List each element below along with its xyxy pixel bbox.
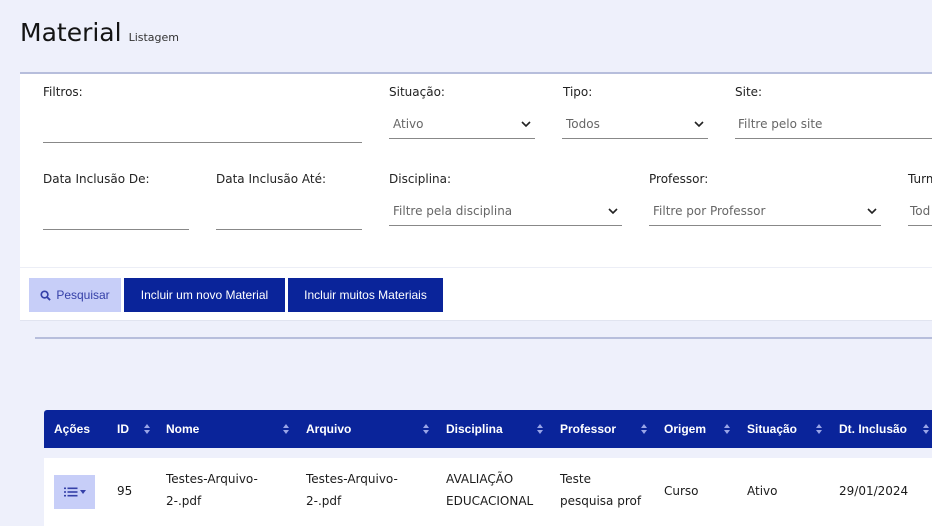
column-professor[interactable]: Professor (560, 410, 616, 448)
disciplina-placeholder: Filtre pela disciplina (393, 203, 513, 218)
site-label: Site: (735, 85, 763, 99)
cell-dt-inclusao: 29/01/2024 (839, 484, 909, 498)
cell-disciplina: AVALIAÇÃO EDUCACIONAL (446, 468, 533, 512)
site-input[interactable]: Filtre pelo site (735, 109, 932, 139)
incluir-novo-material-button[interactable]: Incluir um novo Material (124, 278, 285, 312)
search-icon (40, 289, 52, 301)
sort-icon[interactable] (815, 421, 823, 437)
cell-id: 95 (117, 484, 133, 498)
cell-professor-line-2: pesquisa prof (560, 494, 642, 508)
sort-icon[interactable] (640, 421, 648, 437)
professor-select[interactable]: Filtre por Professor (649, 196, 881, 226)
professor-label: Professor: (649, 172, 709, 186)
data-inclusao-de-input[interactable] (43, 229, 189, 230)
caret-down-icon (79, 490, 86, 494)
filter-panel: Filtros: Situação: Ativo Tipo: Todos Sit… (20, 72, 932, 321)
chevron-down-icon (694, 120, 704, 127)
chevron-down-icon (608, 207, 618, 214)
data-inclusao-de-label: Data Inclusão De: (43, 172, 150, 186)
sort-icon[interactable] (282, 421, 290, 437)
situacao-label: Situação: (389, 85, 445, 99)
sort-icon[interactable] (922, 421, 930, 437)
tipo-value: Todos (566, 116, 600, 131)
table-row: 95 Testes-Arquivo- 2-.pdf Testes-Arquivo… (44, 458, 932, 526)
sort-icon[interactable] (536, 421, 544, 437)
column-acoes: Ações (54, 422, 91, 436)
list-actions-icon (63, 487, 77, 497)
filtros-label: Filtros: (43, 85, 83, 99)
sort-icon[interactable] (422, 421, 430, 437)
site-placeholder: Filtre pelo site (738, 116, 823, 131)
data-inclusao-ate-label: Data Inclusão Até: (216, 172, 327, 186)
cell-disciplina-line-2: EDUCACIONAL (446, 494, 534, 508)
professor-placeholder: Filtre por Professor (653, 203, 766, 218)
disciplina-select[interactable]: Filtre pela disciplina (389, 196, 622, 226)
column-dt-inclusao[interactable]: Dt. Inclusão (839, 410, 907, 448)
column-id[interactable]: ID (117, 410, 129, 448)
cell-professor: Teste pesquisa prof (560, 468, 641, 512)
filtros-input[interactable] (43, 142, 362, 143)
pesquisar-label: Pesquisar (56, 288, 110, 302)
situacao-value: Ativo (393, 116, 424, 131)
row-actions-button[interactable] (54, 475, 95, 509)
turma-select[interactable]: Tod (908, 196, 932, 226)
situacao-select[interactable]: Ativo (389, 109, 535, 139)
sort-icon[interactable] (143, 421, 151, 437)
section-divider (35, 337, 932, 339)
cell-nome: Testes-Arquivo- 2-.pdf (166, 468, 258, 512)
column-origem[interactable]: Origem (664, 410, 706, 448)
data-inclusao-ate-input[interactable] (216, 229, 362, 230)
column-nome[interactable]: Nome (166, 410, 199, 448)
column-disciplina[interactable]: Disciplina (446, 410, 503, 448)
cell-situacao: Ativo (747, 484, 778, 498)
cell-arquivo-line-2: 2-.pdf (306, 494, 342, 508)
column-situacao[interactable]: Situação (747, 410, 797, 448)
tipo-select[interactable]: Todos (562, 109, 708, 139)
chevron-down-icon (867, 207, 877, 214)
cell-nome-line-1: Testes-Arquivo- (166, 472, 258, 486)
cell-arquivo-line-1: Testes-Arquivo- (306, 472, 398, 486)
disciplina-label: Disciplina: (389, 172, 452, 186)
cell-professor-line-1: Teste (560, 472, 592, 486)
column-arquivo[interactable]: Arquivo (306, 410, 351, 448)
page-title: Material (20, 18, 122, 47)
chevron-down-icon (521, 120, 531, 127)
cell-nome-line-2: 2-.pdf (166, 494, 202, 508)
sort-icon[interactable] (723, 421, 731, 437)
turma-placeholder: Tod (910, 203, 931, 218)
page-header: Material Listagem (20, 18, 179, 47)
turma-label: Turm (908, 172, 932, 186)
cell-arquivo[interactable]: Testes-Arquivo- 2-.pdf (306, 468, 398, 512)
tipo-label: Tipo: (563, 85, 593, 99)
table-header: Ações ID Nome Arquivo Disciplina Profess… (44, 410, 932, 448)
incluir-muitos-materiais-button[interactable]: Incluir muitos Materiais (288, 278, 443, 312)
cell-disciplina-line-1: AVALIAÇÃO (446, 472, 514, 486)
page-subtitle: Listagem (128, 31, 179, 44)
pesquisar-button[interactable]: Pesquisar (29, 278, 121, 312)
cell-origem: Curso (664, 484, 699, 498)
